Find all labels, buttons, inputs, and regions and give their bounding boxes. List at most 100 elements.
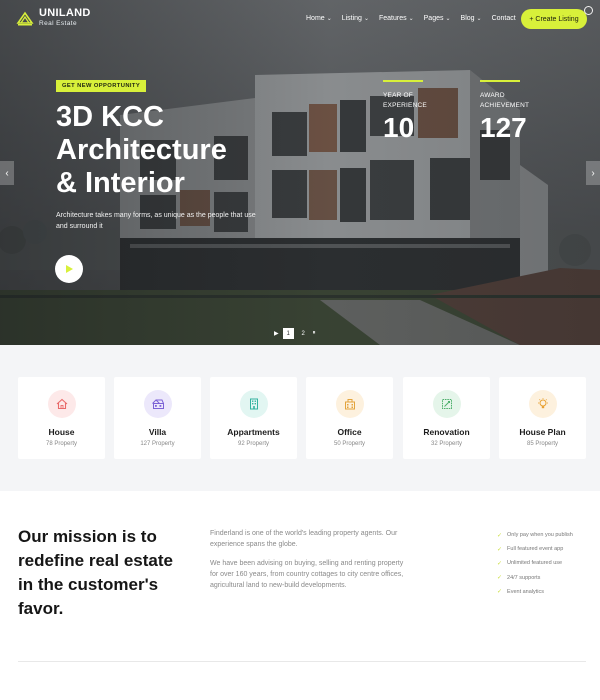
category-name: House Plan <box>519 427 566 437</box>
renovation-icon <box>432 390 461 418</box>
logo[interactable]: UNILAND Real Estate <box>16 8 91 28</box>
category-card-villa[interactable]: Villa 127 Property <box>114 377 201 459</box>
brand-subtitle: Real Estate <box>39 20 78 27</box>
mission-section: Our mission is to redefine real estate i… <box>0 491 600 700</box>
create-listing-button[interactable]: + Create Listing <box>521 9 587 29</box>
category-name: Villa <box>148 427 167 437</box>
mission-title-line: redefine real estate <box>18 551 173 570</box>
hero-title-line: Architecture <box>56 134 227 166</box>
nav-item-label: Features <box>378 15 407 22</box>
nav-item-pages[interactable]: Pages ⌄ <box>424 15 451 22</box>
hero-title-line: & Interior <box>56 167 185 199</box>
nav-item-listing[interactable]: Listing ⌄ <box>342 15 369 22</box>
category-count: 78 Property <box>45 441 78 447</box>
mission-title: Our mission is to redefine real estate i… <box>18 525 198 621</box>
feature-item: ✓ Full featured event app <box>497 542 573 556</box>
nav-item-blog[interactable]: Blog ⌄ <box>461 15 482 22</box>
feature-label: Unlimited featured use <box>507 560 563 567</box>
slider-prev-button[interactable]: ‹ <box>0 161 14 185</box>
feature-item: ✓ 24/7 supports <box>497 571 573 585</box>
chevron-down-icon: ⌄ <box>408 16 414 22</box>
hero-tag: GET NEW OPPORTUNITY <box>56 80 147 92</box>
feature-label: Event analytics <box>507 588 545 595</box>
mission-paragraph: We have been advising on buying, selling… <box>210 560 404 589</box>
category-name: House <box>48 427 75 437</box>
house-icon <box>47 390 76 418</box>
logo-text: UNILAND Real Estate <box>39 8 91 28</box>
hero-title: 3D KCC Architecture & Interior <box>56 101 276 200</box>
mission-title-line: in the customer's <box>18 575 159 594</box>
feature-label: Full featured event app <box>507 546 564 553</box>
category-card-appartments[interactable]: Appartments 92 Property <box>210 377 297 459</box>
stat-label: YEAR OF EXPERIENCE <box>383 92 427 109</box>
check-icon: ✓ <box>497 532 503 539</box>
feature-label: 24/7 supports <box>507 574 541 581</box>
slider-page-2[interactable]: 2 <box>298 328 309 339</box>
category-section: House 78 Property Villa 127 Property App… <box>0 345 600 491</box>
hero-description: Architecture takes many forms, as unique… <box>56 212 256 230</box>
check-icon: ✓ <box>497 575 503 582</box>
main-nav: Home ⌄ Listing ⌄ Features ⌄ Pages ⌄ Blog ⌄ Co… <box>306 15 516 22</box>
chevron-down-icon: ⌄ <box>326 16 332 22</box>
nav-item-contact[interactable]: Contact <box>492 15 516 22</box>
play-video-button[interactable] <box>55 255 83 283</box>
chevron-down-icon: ⌄ <box>363 16 369 22</box>
category-count: 50 Property <box>333 441 366 447</box>
slider-pager: ▶ 1 2 ⏸ <box>274 328 316 339</box>
nav-item-features[interactable]: Features ⌄ <box>379 15 414 22</box>
category-name: Renovation <box>423 427 470 437</box>
page: UNILAND Real Estate Home ⌄ Listing ⌄ Featu… <box>0 0 600 700</box>
mission-title-line: Our mission is to <box>18 527 157 546</box>
stat-label: AWARD ACHIEVEMENT <box>480 92 530 109</box>
category-name: Office <box>337 427 362 437</box>
category-card-office[interactable]: Office 50 Property <box>306 377 393 459</box>
villa-icon <box>143 390 172 418</box>
stat-value: 10 <box>383 112 415 143</box>
category-card-renovation[interactable]: Renovation 32 Property <box>403 377 490 459</box>
pause-icon[interactable]: ⏸ <box>313 330 316 337</box>
feature-label: Only pay when you publish <box>507 532 573 539</box>
chevron-down-icon: ⌄ <box>476 16 482 22</box>
logo-icon <box>16 11 34 26</box>
nav-item-label: Pages <box>423 15 444 22</box>
slider-next-button[interactable]: › <box>586 161 600 185</box>
stat-accent-bar <box>383 80 423 82</box>
nav-item-label: Blog <box>460 15 475 22</box>
slider-page-1[interactable]: 1 <box>282 328 294 339</box>
mission-paragraph: Finderland is one of the world's leading… <box>210 530 398 548</box>
feature-item: ✓ Only pay when you publish <box>497 528 573 542</box>
feature-item: ✓ Unlimited featured use <box>497 556 573 570</box>
stat-awards: AWARD ACHIEVEMENT 127 <box>480 80 530 143</box>
category-count: 92 Property <box>237 441 270 447</box>
chevron-down-icon: ⌄ <box>445 16 451 22</box>
corner-circle-icon <box>584 6 593 15</box>
check-icon: ✓ <box>497 546 503 553</box>
stat-value: 127 <box>480 112 527 143</box>
apartment-icon <box>239 390 268 418</box>
nav-item-home[interactable]: Home ⌄ <box>306 15 332 22</box>
hero-slider: UNILAND Real Estate Home ⌄ Listing ⌄ Featu… <box>0 0 600 345</box>
category-count: 127 Property <box>140 441 175 447</box>
section-divider <box>18 661 586 662</box>
nav-item-label: Home <box>306 15 325 22</box>
nav-item-label: Listing <box>341 15 362 22</box>
feature-item: ✓ Event analytics <box>497 585 573 599</box>
chevron-right-icon: › <box>591 167 595 179</box>
category-card-house-plan[interactable]: House Plan 85 Property <box>499 377 586 459</box>
stat-experience: YEAR OF EXPERIENCE 10 <box>383 80 433 143</box>
play-small-icon[interactable]: ▶ <box>274 330 279 337</box>
category-count: 32 Property <box>430 441 463 447</box>
office-icon <box>335 390 364 418</box>
category-count: 85 Property <box>526 441 559 447</box>
stat-accent-bar <box>480 80 520 82</box>
feature-list: ✓ Only pay when you publish ✓ Full feature… <box>497 528 573 599</box>
lightbulb-icon <box>528 390 557 418</box>
category-name: Appartments <box>227 427 280 437</box>
category-card-house[interactable]: House 78 Property <box>18 377 105 459</box>
check-icon: ✓ <box>497 560 503 567</box>
mission-title-line: favor. <box>18 599 64 618</box>
brand-name: UNILAND <box>39 7 91 19</box>
check-icon: ✓ <box>497 589 503 596</box>
nav-item-label: Contact <box>491 15 516 22</box>
play-icon <box>66 265 73 273</box>
